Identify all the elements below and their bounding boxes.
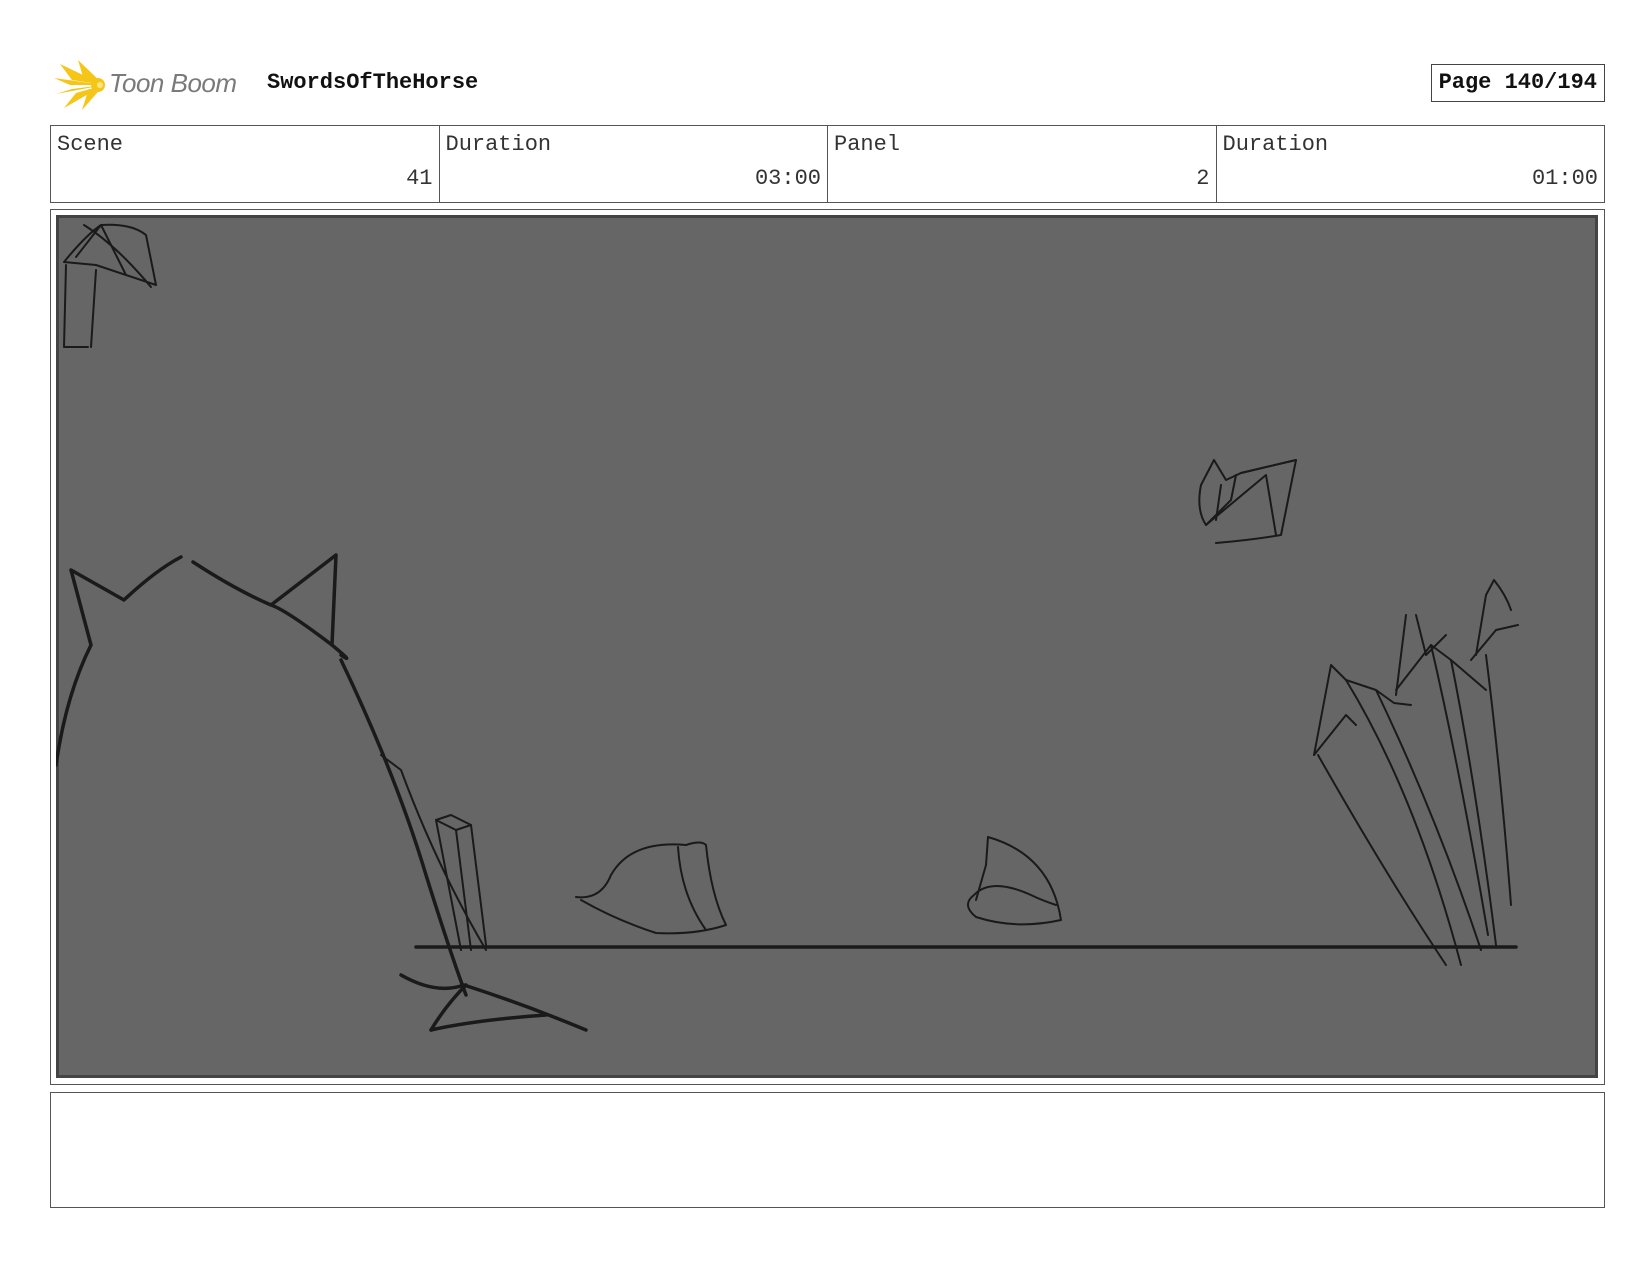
panel-duration-label: Duration xyxy=(1222,132,1329,157)
scene-duration-label: Duration xyxy=(445,132,552,157)
panel-duration-value: 01:00 xyxy=(1531,166,1598,191)
scene-label: Scene xyxy=(57,132,124,157)
scene-info-table: Scene 41 Duration 03:00 Panel 2 Duration… xyxy=(50,125,1605,203)
scene-number: 41 xyxy=(406,166,433,191)
panel-cell: Panel 2 xyxy=(828,126,1217,202)
logo-text: Toon Boom xyxy=(109,68,237,98)
storyboard-header: Toon Boom SwordsOfTheHorse Page 140/194 xyxy=(50,54,1605,114)
sunburst-icon xyxy=(54,60,105,110)
panel-duration-cell: Duration 01:00 xyxy=(1217,126,1605,202)
scene-duration-value: 03:00 xyxy=(754,166,821,191)
storyboard-panel-sketch xyxy=(56,215,1598,1078)
toon-boom-logo: Toon Boom xyxy=(52,58,252,112)
panel-number: 2 xyxy=(1196,166,1210,191)
panel-notes-box xyxy=(50,1092,1605,1208)
project-title: SwordsOfTheHorse xyxy=(267,70,479,95)
scene-duration-cell: Duration 03:00 xyxy=(440,126,828,202)
page-indicator: Page 140/194 xyxy=(1430,64,1605,102)
panel-frame xyxy=(50,209,1605,1085)
panel-label: Panel xyxy=(834,132,901,157)
scene-cell: Scene 41 xyxy=(51,126,440,202)
